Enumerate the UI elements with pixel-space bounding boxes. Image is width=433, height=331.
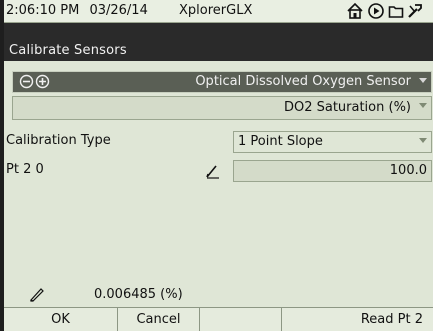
screen: 2:06:10 PM 03/26/14 XplorerGLX Calibrate…	[4, 0, 433, 331]
home-icon[interactable]	[346, 2, 364, 20]
tools-icon[interactable]	[407, 2, 423, 20]
sensor-name: Optical Dissolved Oxygen Sensor	[195, 74, 411, 89]
empty-softkey[interactable]	[200, 308, 282, 331]
measurement-label: DO2 Saturation (%)	[283, 100, 411, 115]
point-value-input[interactable]: 100.0	[233, 160, 432, 182]
status-time: 2:06:10 PM	[6, 3, 80, 18]
calibration-type-select[interactable]: 1 Point Slope	[233, 131, 432, 153]
chevron-down-icon	[419, 103, 427, 108]
calibration-type-value: 1 Point Slope	[238, 134, 323, 149]
point-label: Pt 2 0	[6, 162, 44, 177]
plus-circle-icon[interactable]	[35, 74, 50, 89]
minus-circle-icon[interactable]	[19, 74, 34, 89]
play-icon[interactable]	[367, 2, 385, 20]
chevron-down-icon	[419, 78, 427, 83]
softkey-bar: OK Cancel Read Pt 2	[4, 307, 433, 331]
status-bar: 2:06:10 PM 03/26/14 XplorerGLX	[4, 0, 433, 23]
read-point-button[interactable]: Read Pt 2	[282, 308, 433, 331]
sensor-count-controls	[19, 74, 50, 89]
pencil-icon[interactable]	[204, 162, 222, 180]
sensor-select[interactable]: Optical Dissolved Oxygen Sensor	[12, 71, 432, 93]
chevron-down-icon	[419, 138, 427, 143]
status-clock: 2:06:10 PM 03/26/14	[6, 0, 148, 22]
status-app-name: XplorerGLX	[179, 3, 253, 18]
measurement-select[interactable]: DO2 Saturation (%)	[12, 96, 432, 120]
pencil-icon	[30, 288, 44, 302]
ok-button[interactable]: OK	[4, 308, 118, 331]
cancel-button[interactable]: Cancel	[118, 308, 200, 331]
calibration-type-label: Calibration Type	[6, 133, 111, 148]
title-bar-top	[4, 23, 433, 41]
status-date: 03/26/14	[89, 3, 148, 18]
page-title: Calibrate Sensors	[9, 43, 127, 58]
folder-icon[interactable]	[388, 2, 404, 20]
live-reading: 0.006485 (%)	[94, 287, 183, 302]
